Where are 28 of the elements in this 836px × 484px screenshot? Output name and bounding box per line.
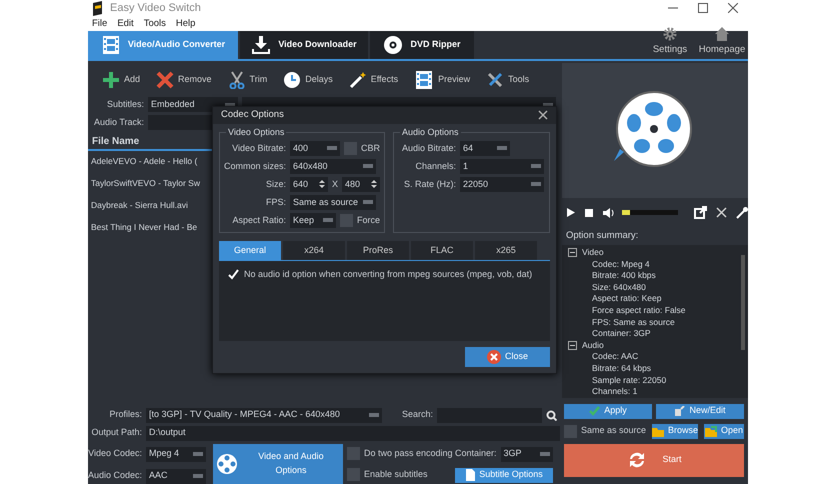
field-label: Subtitles:: [106, 98, 144, 111]
field-label: Video Codec:: [88, 447, 142, 460]
checkbox-label: Enable subtitles: [364, 468, 428, 482]
separator-label: X: [332, 178, 338, 190]
field-label: Audio Codec:: [88, 469, 142, 482]
field-label: Aspect Ratio:: [231, 214, 286, 227]
field-label: S. Rate (Hz):: [403, 178, 456, 191]
field-label: FPS:: [264, 196, 286, 208]
checkbox-label: Same as source: [581, 424, 646, 438]
window-title: Easy Video Switch: [110, 1, 201, 16]
checkbox-label: CBR: [361, 142, 380, 154]
checkbox-label: Do two pass encoding: [364, 446, 453, 460]
field-label: Audio Bitrate:: [400, 142, 456, 154]
checkbox-label: Force: [357, 214, 380, 226]
column-header: File Name: [91, 135, 140, 150]
field-label: Output Path:: [90, 426, 142, 440]
section-label: Option summary:: [565, 228, 640, 243]
group-title: Video Options: [226, 126, 286, 140]
field-label: Common sizes:: [224, 160, 286, 172]
group-title: Audio Options: [400, 126, 461, 140]
field-label: Profiles:: [108, 408, 142, 422]
checkbox-label: No audio id option when converting from mpeg sources (mpeg, vob, dat): [244, 268, 532, 281]
field-label: Search:: [402, 408, 434, 422]
field-label: Container:: [455, 447, 497, 460]
field-label: Audio Track:: [92, 116, 144, 129]
field-label: Channels:: [414, 160, 456, 172]
field-label: Size:: [264, 178, 286, 190]
field-label: Video Bitrate:: [231, 142, 286, 154]
